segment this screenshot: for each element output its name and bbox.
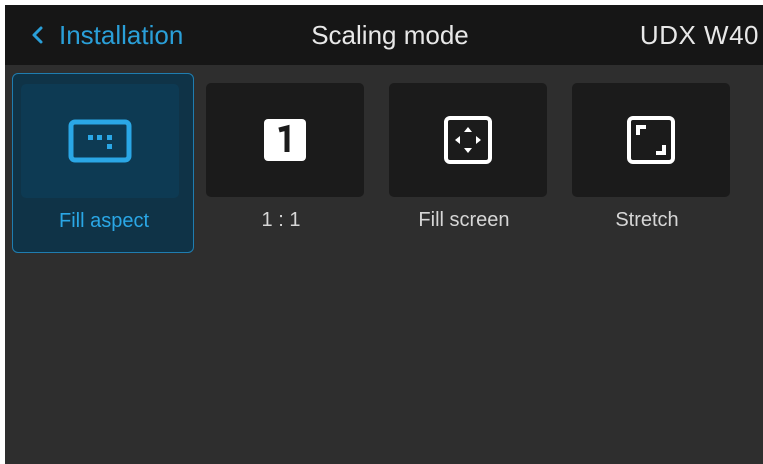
chevron-left-icon (32, 26, 43, 44)
option-label: Fill aspect (58, 210, 150, 232)
option-icon-box (572, 83, 730, 197)
page-title: Scaling mode (311, 20, 469, 50)
option-label: Stretch (615, 209, 679, 231)
option-stretch[interactable]: Stretch (564, 73, 746, 253)
fill-screen-icon (444, 116, 492, 164)
option-icon-box (21, 84, 179, 198)
header-bar: Installation Scaling mode UDX W40 (5, 5, 763, 65)
device-name: UDX W40 (639, 20, 759, 50)
scaling-mode-screen: Installation Scaling mode UDX W40 Fill a… (5, 5, 763, 464)
option-label: 1 : 1 (261, 209, 301, 231)
stretch-icon (627, 116, 675, 164)
back-label: Installation (59, 19, 184, 50)
back-button[interactable]: Installation (25, 5, 183, 65)
one-to-one-icon (264, 119, 306, 161)
option-fill-screen[interactable]: Fill screen (381, 73, 563, 253)
option-icon-box (206, 83, 364, 197)
option-fill-aspect[interactable]: Fill aspect (12, 73, 194, 253)
option-label: Fill screen (418, 209, 510, 231)
option-one-to-one[interactable]: 1 : 1 (198, 73, 380, 253)
fill-aspect-icon (68, 119, 132, 163)
option-icon-box (389, 83, 547, 197)
